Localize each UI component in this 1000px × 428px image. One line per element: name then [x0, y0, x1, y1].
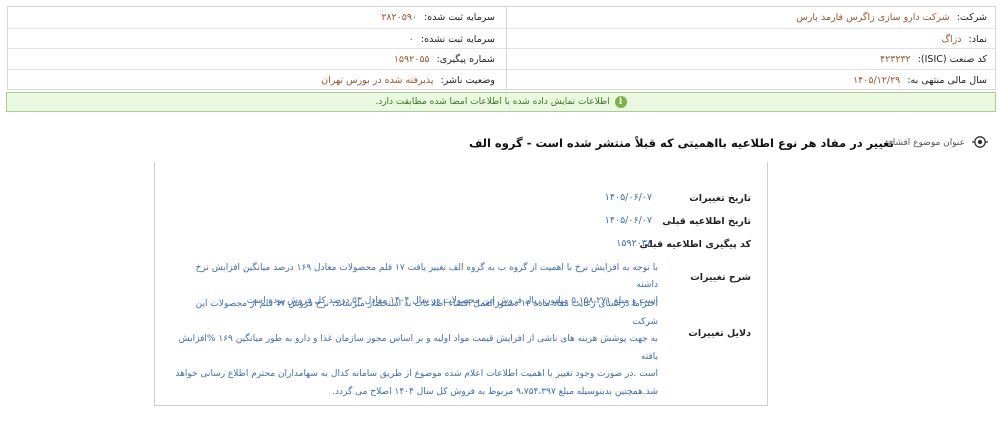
info-row: کد صنعت (ISIC): ۴۲۳۲۳۲ شماره پیگیری: ۱۵۹…: [8, 48, 995, 70]
tracking-number-value: ۱۵۹۲۰۵۵: [393, 54, 430, 65]
registered-capital-value: ۲۸۲۰۵۹۰: [381, 12, 418, 23]
prev-tracking-code-label: کد پیگیری اطلاعیه قبلی: [639, 239, 751, 250]
change-date-row: تاریخ تغییرات ۱۴۰۵/۰۶/۰۷: [155, 192, 767, 206]
notice-text: اطلاعات نمایش داده شده با اطلاعات امضا ش…: [375, 97, 610, 107]
publisher-status-label: وضعیت ناشر:: [440, 75, 495, 86]
change-description-label: شرح تغییرات: [690, 272, 751, 283]
prev-tracking-code-row: کد پیگیری اطلاعیه قبلی ۱۵۹۲۰۳۸: [155, 238, 767, 252]
fiscal-year-cell: سال مالی منتهی به: ۱۴۰۵/۱۲/۲۹: [512, 70, 987, 90]
text-line: شد.همچنین بدینوسیله مبلغ ۹،۷۵۴،۳۹۷ مربوط…: [332, 386, 658, 397]
isic-label: کد صنعت (ISIC):: [917, 54, 987, 65]
isic-value: ۴۲۳۲۳۲: [880, 54, 911, 65]
disclosure-subject: عنوان موضوع افشاء: تغییر در مفاد هر نوع …: [469, 136, 995, 152]
info-row: شرکت: شرکت دارو سازی زاگرس فارمد پارس سر…: [8, 7, 995, 28]
unregistered-capital-label: سرمایه ثبت نشده:: [420, 34, 495, 45]
company-info-table: شرکت: شرکت دارو سازی زاگرس فارمد پارس سر…: [7, 6, 996, 90]
verification-notice: i اطلاعات نمایش داده شده با اطلاعات امضا …: [6, 92, 996, 112]
info-icon: i: [614, 95, 627, 108]
prev-tracking-code-value: ۱۵۹۲۰۳۸: [616, 238, 652, 249]
change-date-label: تاریخ تغییرات: [689, 193, 751, 204]
company-cell: شرکت: شرکت دارو سازی زاگرس فارمد پارس: [512, 7, 987, 27]
target-icon: [972, 136, 988, 148]
prev-notice-date-label: تاریخ اطلاعیه قبلی: [662, 216, 751, 227]
fiscal-year-value: ۱۴۰۵/۱۲/۲۹: [853, 75, 901, 86]
registered-capital-cell: سرمایه ثبت شده: ۲۸۲۰۵۹۰: [15, 7, 495, 27]
prev-notice-date-row: تاریخ اطلاعیه قبلی ۱۴۰۵/۰۶/۰۷: [155, 215, 767, 229]
info-row: نماد: دزاگ سرمایه ثبت نشده: ۰: [8, 28, 995, 49]
text-line: احتراما دراستای رعایت مفاد ماده ۱۳ دستور…: [195, 299, 658, 327]
company-value: شرکت دارو سازی زاگرس فارمد پارس: [796, 12, 950, 23]
tracking-number-cell: شماره پیگیری: ۱۵۹۲۰۵۵: [15, 49, 495, 69]
text-line: است .در صورت وجود تغییر با اهمیت اطلاعات…: [175, 369, 658, 379]
text-line: به جهت پوشش هزینه های ناشی از افزایش قیم…: [178, 334, 658, 362]
company-label: شرکت:: [956, 12, 987, 23]
change-date-value: ۱۴۰۵/۰۶/۰۷: [604, 192, 652, 203]
symbol-value[interactable]: دزاگ: [942, 34, 962, 45]
change-details-box: تاریخ تغییرات ۱۴۰۵/۰۶/۰۷ تاریخ اطلاعیه ق…: [154, 162, 768, 406]
fiscal-year-label: سال مالی منتهی به:: [907, 75, 987, 86]
tracking-number-label: شماره پیگیری:: [436, 54, 495, 65]
change-reasons-label: دلایل تغییرات: [688, 328, 751, 339]
unregistered-capital-cell: سرمایه ثبت نشده: ۰: [15, 29, 495, 49]
unregistered-capital-value: ۰: [408, 34, 414, 45]
symbol-label: نماد:: [968, 34, 987, 45]
text-line: با توجه به افزایش نرخ با اهمیت از گروه ب…: [195, 263, 658, 290]
subject-label: عنوان موضوع افشاء:: [885, 138, 965, 148]
info-row: سال مالی منتهی به: ۱۴۰۵/۱۲/۲۹ وضعیت ناشر…: [8, 69, 995, 90]
publisher-status-cell: وضعیت ناشر: پذیرفته شده در بورس تهران: [15, 70, 495, 90]
subject-title: تغییر در مفاد هر نوع اطلاعیه بااهمیتی که…: [468, 136, 894, 150]
change-reasons-text: احتراما دراستای رعایت مفاد ماده ۱۳ دستور…: [168, 296, 658, 401]
symbol-cell: نماد: دزاگ: [512, 29, 987, 49]
publisher-status-value: پذیرفته شده در بورس تهران: [321, 75, 434, 86]
registered-capital-label: سرمایه ثبت شده:: [424, 12, 495, 23]
prev-notice-date-value: ۱۴۰۵/۰۶/۰۷: [604, 215, 652, 226]
isic-cell: کد صنعت (ISIC): ۴۲۳۲۳۲: [512, 49, 987, 69]
